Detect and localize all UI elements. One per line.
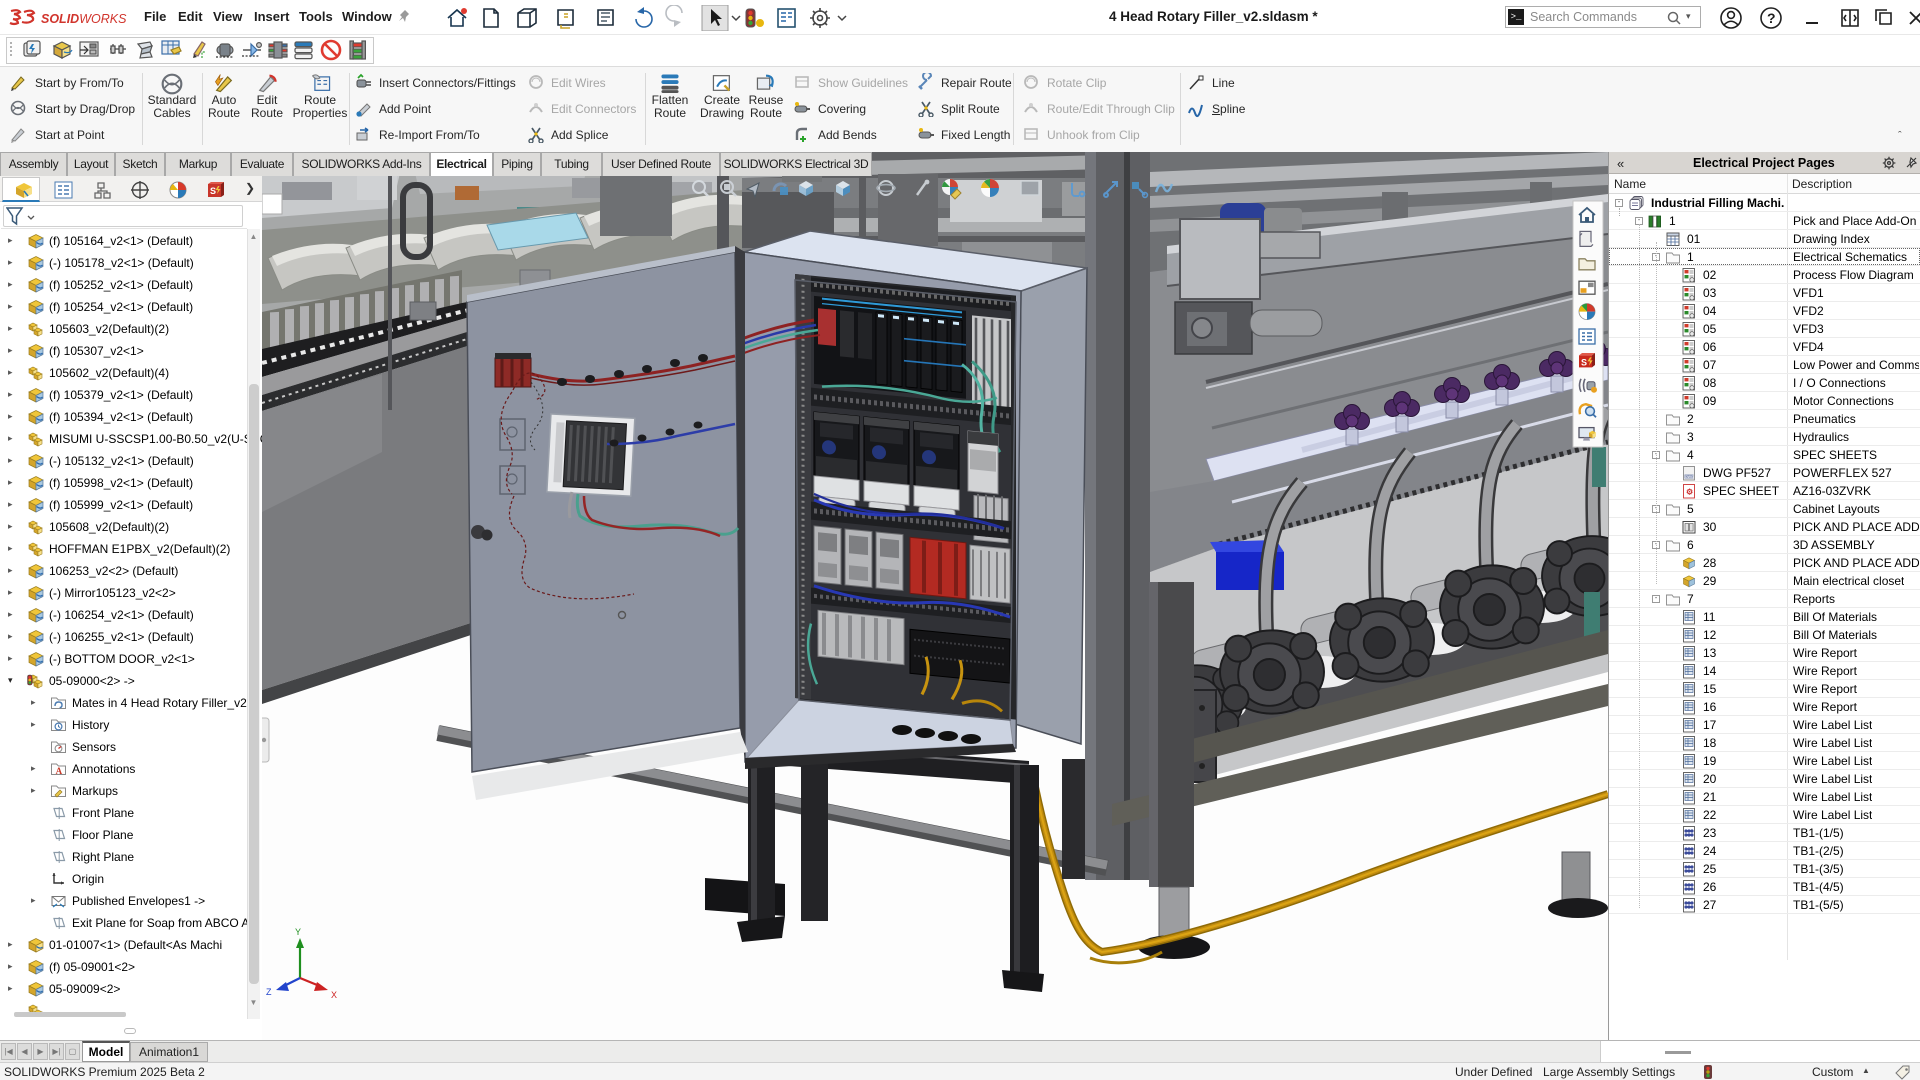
svg-text:A: A — [56, 766, 63, 776]
svg-text:S: S — [210, 186, 216, 196]
svg-text:?: ? — [1767, 10, 1776, 26]
svg-text:Z: Z — [266, 987, 272, 997]
svg-text:Y: Y — [295, 927, 301, 937]
svg-text:⚙: ⚙ — [1686, 488, 1693, 497]
svg-text:SOLIDWORKS: SOLIDWORKS — [41, 12, 127, 26]
svg-text:DWG: DWG — [1685, 475, 1694, 479]
svg-text:X: X — [331, 990, 337, 1000]
svg-text:S: S — [1581, 357, 1587, 367]
